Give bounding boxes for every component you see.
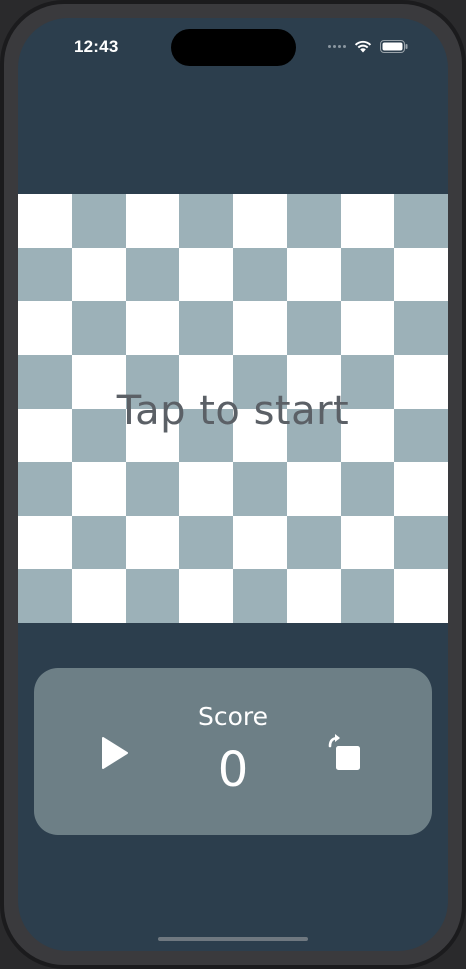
- board-cell[interactable]: [340, 462, 395, 516]
- wifi-icon: [354, 40, 372, 53]
- board-cell[interactable]: [286, 462, 341, 516]
- board-cell[interactable]: [125, 569, 180, 623]
- board-cell[interactable]: [340, 569, 395, 623]
- board-cell[interactable]: [394, 194, 448, 248]
- board-cell[interactable]: [286, 194, 341, 248]
- board-cell[interactable]: [394, 569, 448, 623]
- board-cell[interactable]: [340, 247, 395, 302]
- board-cell[interactable]: [125, 515, 180, 570]
- app-screen: 12:43 Tap to start Score 0: [18, 18, 448, 951]
- board-cell[interactable]: [71, 462, 126, 516]
- board-cell[interactable]: [286, 247, 341, 302]
- board-cell[interactable]: [394, 247, 448, 302]
- board-cell[interactable]: [286, 515, 341, 570]
- board-cell[interactable]: [18, 462, 72, 516]
- board-cell[interactable]: [179, 247, 233, 302]
- board-cell[interactable]: [394, 515, 448, 570]
- board-cell[interactable]: [340, 301, 395, 355]
- board-cell[interactable]: [233, 569, 287, 623]
- board-cell[interactable]: [233, 462, 287, 516]
- score-value: 0: [217, 742, 249, 798]
- board-cell[interactable]: [394, 301, 448, 355]
- board-cell[interactable]: [179, 515, 233, 570]
- board-cell[interactable]: [179, 301, 233, 355]
- battery-icon: [380, 40, 408, 53]
- board-cell[interactable]: [394, 462, 448, 516]
- board-cell[interactable]: [233, 247, 287, 302]
- tap-to-start-text[interactable]: Tap to start: [18, 388, 448, 434]
- board-cell[interactable]: [179, 462, 233, 516]
- board-cell[interactable]: [18, 194, 72, 248]
- board-cell[interactable]: [71, 301, 126, 355]
- status-bar: 12:43: [18, 18, 448, 76]
- board-cell[interactable]: [340, 194, 395, 248]
- board-cell[interactable]: [18, 515, 72, 570]
- signal-dots-icon: [328, 45, 346, 48]
- board-cell[interactable]: [179, 569, 233, 623]
- board-cell[interactable]: [71, 247, 126, 302]
- board-cell[interactable]: [233, 301, 287, 355]
- status-icons: [328, 40, 408, 53]
- board-cell[interactable]: [18, 247, 72, 302]
- board-cell[interactable]: [125, 462, 180, 516]
- board-cell[interactable]: [125, 247, 180, 302]
- board-cell[interactable]: [125, 301, 180, 355]
- board-cell[interactable]: [340, 515, 395, 570]
- board-cell[interactable]: [233, 194, 287, 248]
- board-cell[interactable]: [125, 194, 180, 248]
- board-cell[interactable]: [18, 569, 72, 623]
- dynamic-island: [171, 29, 296, 66]
- board-cell[interactable]: [286, 569, 341, 623]
- status-time: 12:43: [74, 37, 119, 56]
- board-cell[interactable]: [18, 301, 72, 355]
- home-indicator: [158, 937, 308, 941]
- board-cell[interactable]: [71, 569, 126, 623]
- phone-frame: 12:43 Tap to start Score 0: [0, 0, 466, 969]
- board-cell[interactable]: [286, 301, 341, 355]
- board-cell[interactable]: [233, 515, 287, 570]
- board-cell[interactable]: [71, 515, 126, 570]
- board-cell[interactable]: [71, 194, 126, 248]
- board-cell[interactable]: [179, 194, 233, 248]
- stop-reset-icon[interactable]: [326, 732, 362, 772]
- score-label: Score: [197, 702, 269, 731]
- control-panel: Score 0: [34, 668, 432, 835]
